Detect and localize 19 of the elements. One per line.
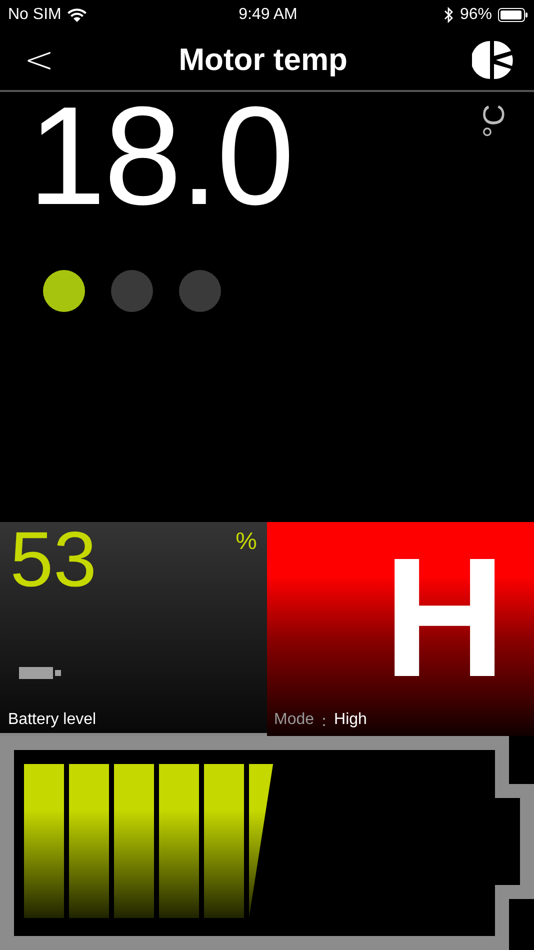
mode-value: High	[334, 711, 367, 730]
tile-label: Battery level	[8, 711, 96, 729]
battery-value: 53	[10, 514, 97, 605]
battery-percent: 96%	[460, 6, 492, 24]
battery-icon	[498, 8, 528, 22]
temperature-value: 18.0	[28, 86, 292, 232]
bluetooth-icon	[444, 7, 454, 23]
wifi-icon	[67, 8, 88, 22]
status-time: 9:49 AM	[238, 6, 298, 24]
carrier-name: No SIM	[8, 6, 62, 24]
mode-letter: H	[383, 528, 506, 708]
back-button[interactable]: <	[24, 40, 54, 80]
logo-icon[interactable]	[472, 39, 514, 81]
mode-label: Mode	[274, 711, 314, 730]
temperature-unit: °C	[478, 104, 512, 138]
mode-separator: ：	[316, 712, 332, 732]
battery-icon	[19, 667, 61, 679]
page-title: Motor temp	[178, 42, 348, 78]
percent-unit: %	[236, 528, 257, 556]
